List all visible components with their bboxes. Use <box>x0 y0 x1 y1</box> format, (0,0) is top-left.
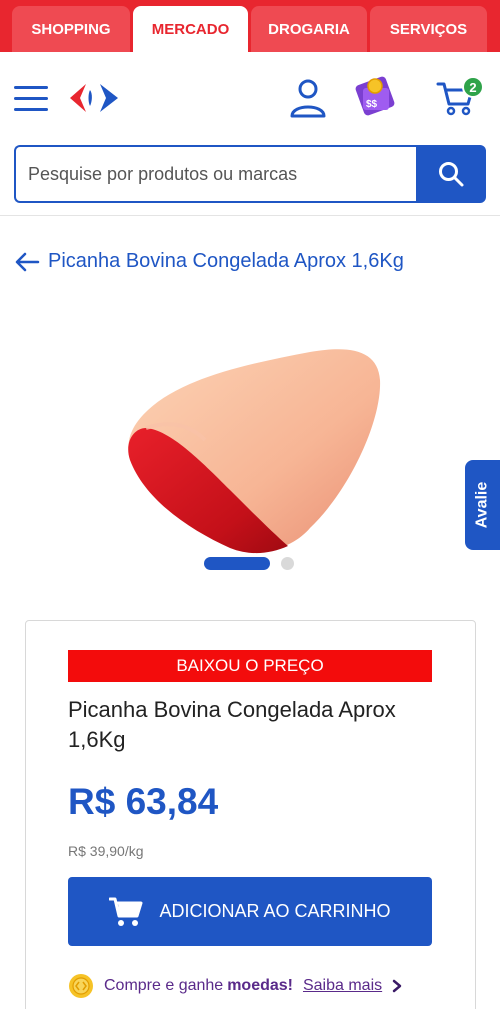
image-carousel-indicator <box>204 557 294 570</box>
search-input[interactable] <box>14 145 416 203</box>
coupon-icon[interactable]: $$ <box>353 74 397 118</box>
svg-text:$$: $$ <box>366 99 378 110</box>
coins-promo-strong: moedas! <box>227 977 293 994</box>
menu-icon[interactable] <box>14 86 48 112</box>
chevron-right-icon[interactable] <box>392 979 402 993</box>
search-button[interactable] <box>416 145 486 203</box>
tab-mercado[interactable]: MERCADO <box>133 6 248 52</box>
user-icon[interactable] <box>289 78 327 118</box>
price-drop-badge: BAIXOU O PREÇO <box>68 650 432 682</box>
add-to-cart-button[interactable]: ADICIONAR AO CARRINHO <box>68 877 432 946</box>
page-title: Picanha Bovina Congelada Aprox 1,6Kg <box>48 250 404 272</box>
search-icon <box>439 162 464 187</box>
coins-promo-text: Compre e ganhe <box>104 977 224 994</box>
arrow-left-icon[interactable] <box>14 251 40 273</box>
product-price: R$ 63,84 <box>68 781 219 822</box>
tab-shopping[interactable]: SHOPPING <box>12 6 130 52</box>
top-tab-bar: SHOPPING MERCADO DROGARIA SERVIÇOS <box>0 0 500 52</box>
product-card: BAIXOU O PREÇO Picanha Bovina Congelada … <box>25 620 476 1009</box>
feedback-side-tab[interactable]: Avalie <box>465 460 500 550</box>
unit-price: R$ 39,90/kg <box>68 843 144 859</box>
back-navigation[interactable]: Picanha Bovina Congelada Aprox 1,6Kg <box>14 250 404 273</box>
product-title: Picanha Bovina Congelada Aprox 1,6Kg <box>68 697 396 752</box>
cart-count-badge: 2 <box>462 76 484 98</box>
cart-icon <box>109 897 143 926</box>
coins-promo: Compre e ganhe moedas! Saiba mais <box>68 973 402 999</box>
carousel-dot-active[interactable] <box>204 557 270 570</box>
header-divider <box>0 215 500 216</box>
coin-icon <box>69 974 93 998</box>
carrefour-logo[interactable] <box>66 80 122 116</box>
feedback-side-tab-label: Avalie <box>473 481 491 529</box>
add-to-cart-label: ADICIONAR AO CARRINHO <box>159 901 391 921</box>
learn-more-link[interactable]: Saiba mais <box>303 977 382 995</box>
carousel-dot[interactable] <box>281 557 294 570</box>
search-bar <box>14 145 486 203</box>
tab-drogaria[interactable]: DROGARIA <box>251 6 367 52</box>
product-image <box>128 349 381 554</box>
tab-servicos[interactable]: SERVIÇOS <box>370 6 487 52</box>
app-header: $$ 2 <box>0 52 500 144</box>
